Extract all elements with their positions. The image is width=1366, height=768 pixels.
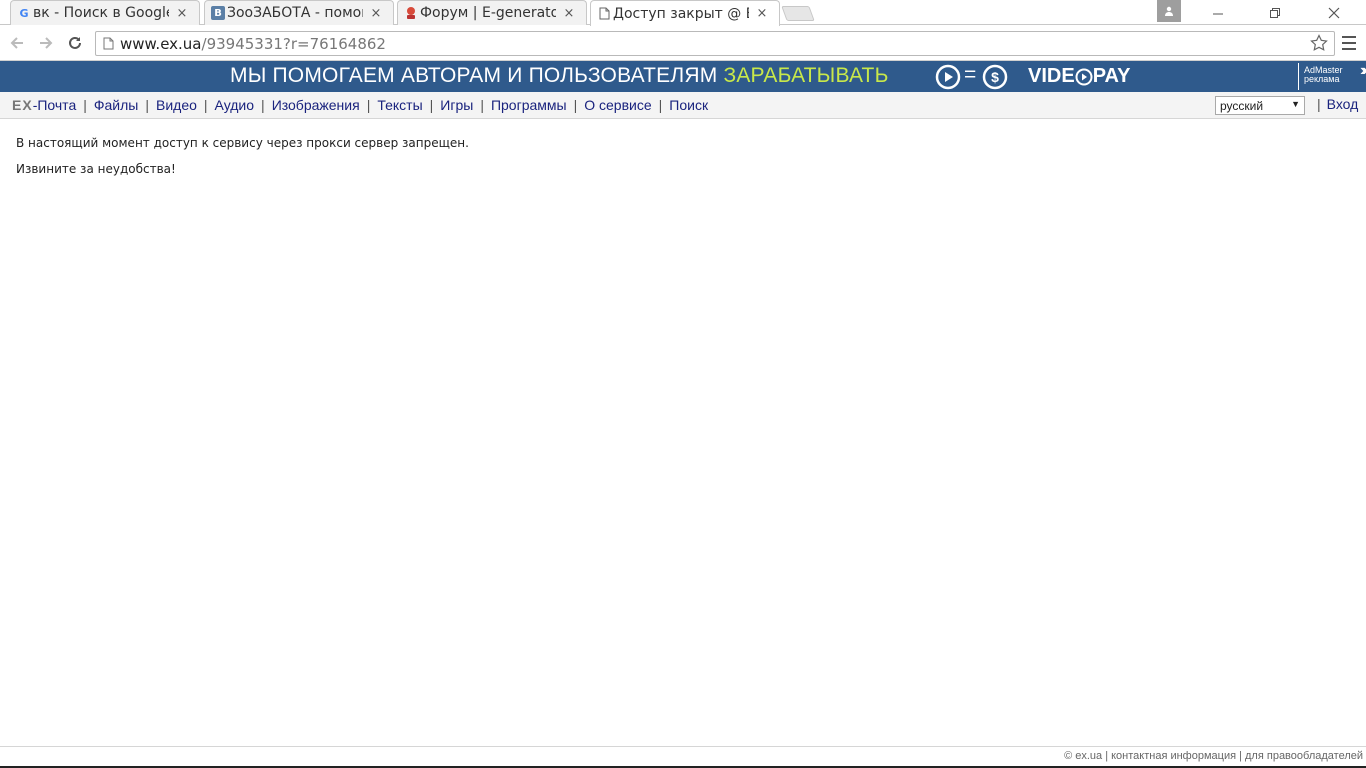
nav-link-games[interactable]: Игры: [440, 97, 473, 113]
tab-title: Доступ закрыт @ EX: [613, 5, 749, 22]
ad-banner[interactable]: МЫ ПОМОГАЕМ АВТОРАМ И ПОЛЬЗОВАТЕЛЯМ ЗАРА…: [0, 61, 1366, 92]
tab-egenerator-forum[interactable]: Форум | E-generator ×: [397, 0, 587, 25]
restore-button[interactable]: [1252, 0, 1297, 25]
brand-left: VIDE: [1028, 65, 1075, 87]
nav-link-search[interactable]: Поиск: [669, 97, 708, 113]
minimize-button[interactable]: [1195, 0, 1240, 25]
page-footer: © ex.ua | контактная информация | для пр…: [0, 746, 1366, 768]
language-select[interactable]: русский ▼: [1215, 96, 1305, 115]
bookmark-star-icon[interactable]: [1310, 34, 1328, 56]
close-icon[interactable]: ×: [175, 6, 189, 21]
apology-message: Извините за неудобства!: [16, 162, 176, 176]
brand-right: PAY: [1092, 65, 1131, 87]
nav-separator: |: [203, 97, 208, 113]
nav-separator: |: [573, 97, 578, 113]
nav-separator: |: [429, 97, 434, 113]
tab-access-denied[interactable]: Доступ закрыт @ EX ×: [590, 0, 780, 26]
site-navigation: EX -Почта | Файлы | Видео | Аудио | Изоб…: [0, 92, 1366, 119]
chevrons-icon: ›››: [1360, 62, 1366, 79]
close-icon[interactable]: ×: [562, 6, 576, 21]
nav-link-programs[interactable]: Программы: [491, 97, 567, 113]
page-message: В настоящий момент доступ к сервису чере…: [16, 136, 469, 188]
nav-link-about[interactable]: О сервисе: [584, 97, 651, 113]
videopay-logo: VIDE PAY: [1028, 65, 1131, 88]
url-host: www.ex.ua: [120, 34, 202, 53]
address-bar[interactable]: www.ex.ua/93945331?r=76164862: [95, 31, 1335, 56]
tab-zoozabota[interactable]: B ЗооЗАБОТА - помощ ×: [204, 0, 394, 25]
forward-arrow-icon: [40, 37, 53, 49]
back-arrow-icon: [10, 37, 23, 49]
close-icon[interactable]: ×: [755, 6, 769, 21]
footer-links[interactable]: © ex.ua | контактная информация | для пр…: [1064, 750, 1363, 762]
page-icon: [597, 6, 611, 20]
nav-link-mail[interactable]: -Почта: [33, 97, 77, 113]
google-icon: G: [19, 6, 29, 20]
browser-toolbar: www.ex.ua/93945331?r=76164862: [0, 26, 1366, 61]
admaster-badge[interactable]: AdMaster реклама ›››: [1298, 63, 1366, 90]
dollar-icon: $: [982, 64, 1008, 90]
nav-link-images[interactable]: Изображения: [272, 97, 360, 113]
dropdown-arrow-icon: ▼: [1291, 99, 1300, 109]
nav-separator: |: [1317, 96, 1321, 112]
reload-button[interactable]: [64, 32, 86, 54]
equals-sign: =: [964, 63, 977, 86]
nav-separator: |: [366, 97, 371, 113]
nav-separator: |: [261, 97, 265, 113]
slogan-text: МЫ ПОМОГАЕМ АВТОРАМ И ПОЛЬЗОВАТЕЛЯМ: [230, 64, 724, 87]
reload-icon: [69, 36, 81, 49]
nav-separator: |: [658, 97, 663, 113]
new-tab-button[interactable]: [781, 6, 815, 21]
nav-link-audio[interactable]: Аудио: [215, 97, 255, 113]
ex-logo[interactable]: EX: [12, 97, 33, 113]
close-icon[interactable]: ×: [369, 6, 383, 21]
nav-link-files[interactable]: Файлы: [94, 97, 138, 113]
admaster-line2: реклама: [1304, 74, 1340, 84]
slogan-highlight: ЗАРАБАТЫВАТЬ: [723, 64, 889, 87]
egenerator-icon: [404, 6, 418, 20]
play-icon: [935, 64, 961, 90]
tab-title: вк - Поиск в Google: [33, 5, 169, 21]
page-icon: [96, 37, 120, 50]
brand-play-icon: [1075, 68, 1093, 85]
nav-separator: |: [145, 97, 149, 113]
tab-title: ЗооЗАБОТА - помощ: [227, 5, 363, 21]
tab-title: Форум | E-generator: [420, 5, 556, 21]
nav-separator: |: [480, 97, 484, 113]
svg-text:$: $: [991, 69, 999, 85]
login-area: | Вход: [1310, 96, 1358, 112]
chrome-menu-icon[interactable]: [1340, 34, 1358, 52]
access-denied-message: В настоящий момент доступ к сервису чере…: [16, 136, 469, 150]
nav-links: EX -Почта | Файлы | Видео | Аудио | Изоб…: [12, 97, 708, 113]
tab-google-search[interactable]: G вк - Поиск в Google ×: [10, 0, 200, 25]
login-link[interactable]: Вход: [1327, 96, 1359, 112]
forward-button[interactable]: [35, 32, 57, 54]
nav-link-texts[interactable]: Тексты: [377, 97, 422, 113]
nav-link-video[interactable]: Видео: [156, 97, 197, 113]
nav-separator: |: [83, 97, 87, 113]
banner-slogan: МЫ ПОМОГАЕМ АВТОРАМ И ПОЛЬЗОВАТЕЛЯМ ЗАРА…: [230, 64, 889, 88]
vk-icon: B: [211, 6, 225, 20]
url-path: /93945331?r=76164862: [201, 34, 386, 53]
language-value: русский: [1220, 98, 1264, 113]
tab-strip: G вк - Поиск в Google × B ЗооЗАБОТА - по…: [0, 0, 1366, 26]
back-button[interactable]: [6, 32, 28, 54]
profile-icon[interactable]: [1157, 0, 1181, 22]
close-window-button[interactable]: [1311, 0, 1356, 25]
